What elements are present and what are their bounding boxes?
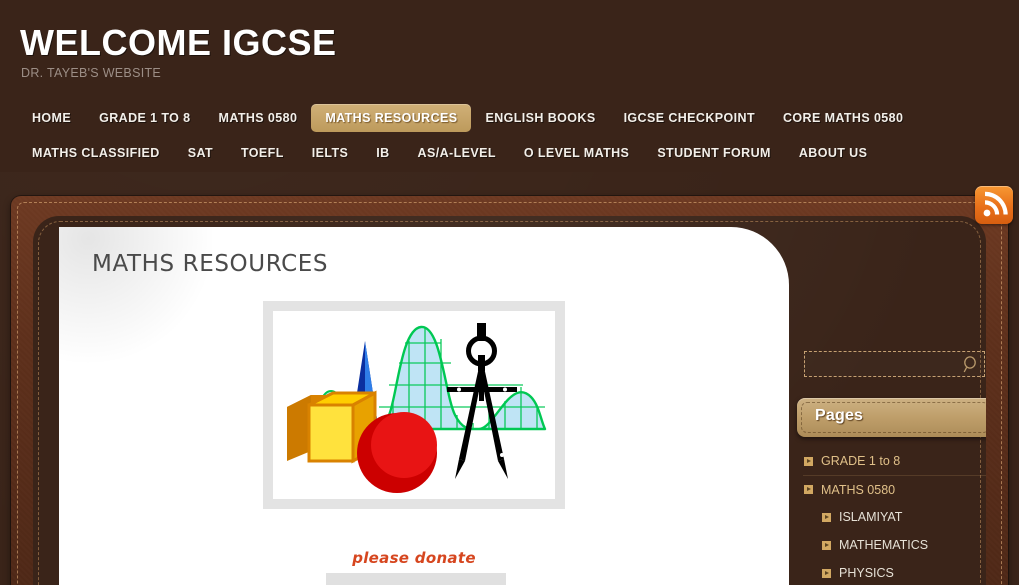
sidebar: Pages GRADE 1 to 8 MATHS 0580 ISLAMIYAT MAT… (793, 216, 986, 585)
nav-item-ib[interactable]: IB (362, 139, 403, 167)
nav-item-maths-classified[interactable]: MATHS CLASSIFIED (18, 139, 174, 167)
sidebar-page-item[interactable]: PHYSICS (803, 559, 986, 585)
nav-item-student-forum[interactable]: STUDENT FORUM (643, 139, 785, 167)
sidebar-page-item[interactable]: GRADE 1 to 8 (803, 447, 986, 475)
site-title: WELCOME IGCSE (20, 22, 337, 63)
maths-clipart-svg (287, 323, 547, 493)
nav-item-about-us[interactable]: ABOUT US (785, 139, 881, 167)
nav-item-sat[interactable]: SAT (174, 139, 227, 167)
sidebar-page-item[interactable]: ISLAMIYAT (803, 503, 986, 531)
bullet-arrow-icon (804, 485, 813, 494)
page-root: WELCOME IGCSE DR. TAYEB'S WEBSITE HOME GR… (0, 0, 1019, 585)
sidebar-page-item[interactable]: MATHS 0580 (803, 475, 986, 503)
bullet-arrow-icon (822, 568, 831, 578)
nav-item-maths-0580[interactable]: MATHS 0580 (205, 104, 312, 132)
page-title: MATHS RESOURCES (92, 251, 329, 277)
sidebar-page-item[interactable]: MATHEMATICS (803, 531, 986, 559)
search-box[interactable] (804, 351, 985, 377)
nav-item-grade-1-to-8[interactable]: GRADE 1 TO 8 (85, 104, 204, 132)
inner-panel: MATHS RESOURCES please donate Pages GRAD… (33, 216, 986, 585)
sidebar-page-label: MATHEMATICS (839, 538, 929, 552)
widget-title-text: Pages (815, 407, 864, 424)
sidebar-page-label: GRADE 1 to 8 (821, 454, 901, 468)
nav-item-o-level-maths[interactable]: O LEVEL MATHS (510, 139, 643, 167)
search-input[interactable] (805, 352, 984, 376)
nav-row-primary: HOME GRADE 1 TO 8 MATHS 0580 MATHS RESOURCE… (18, 100, 1008, 135)
nav-row-secondary: MATHS CLASSIFIED SAT TOEFL IELTS IB AS/A-LEVE… (18, 135, 1008, 170)
bullet-arrow-icon (822, 512, 831, 522)
nav-item-ielts[interactable]: IELTS (298, 139, 363, 167)
sidebar-page-label: ISLAMIYAT (839, 510, 903, 524)
rss-icon (983, 191, 1008, 217)
sidebar-page-label: MATHS 0580 (821, 482, 896, 497)
donate-button-area[interactable] (326, 573, 506, 585)
nav-item-english-books[interactable]: ENGLISH BOOKS (471, 104, 609, 132)
nav-item-toefl[interactable]: TOEFL (227, 139, 298, 167)
decorative-leather-frame: MATHS RESOURCES please donate Pages GRAD… (11, 196, 1008, 585)
rss-feed-button[interactable] (975, 186, 1013, 224)
sidebar-page-label: PHYSICS (839, 566, 894, 580)
nav-item-as-a-level[interactable]: AS/A-LEVEL (404, 139, 510, 167)
site-tagline: DR. TAYEB'S WEBSITE (21, 66, 162, 80)
nav-item-maths-resources[interactable]: MATHS RESOURCES (311, 103, 472, 132)
maths-figure-frame (263, 301, 565, 509)
donate-text: please donate (352, 549, 476, 567)
main-content: MATHS RESOURCES please donate (59, 227, 789, 585)
pages-list: GRADE 1 to 8 MATHS 0580 ISLAMIYAT MATHEMATI… (803, 447, 986, 585)
bullet-arrow-icon (804, 456, 813, 466)
nav-item-igcse-checkpoint[interactable]: IGCSE CHECKPOINT (610, 104, 769, 132)
nav-item-core-maths-0580[interactable]: CORE MATHS 0580 (769, 104, 917, 132)
bullet-arrow-icon (822, 540, 831, 550)
nav-item-home[interactable]: HOME (18, 104, 85, 132)
maths-figure (273, 311, 555, 499)
widget-header-pages: Pages (797, 398, 986, 437)
main-navigation: HOME GRADE 1 TO 8 MATHS 0580 MATHS RESOURCE… (18, 100, 1008, 170)
